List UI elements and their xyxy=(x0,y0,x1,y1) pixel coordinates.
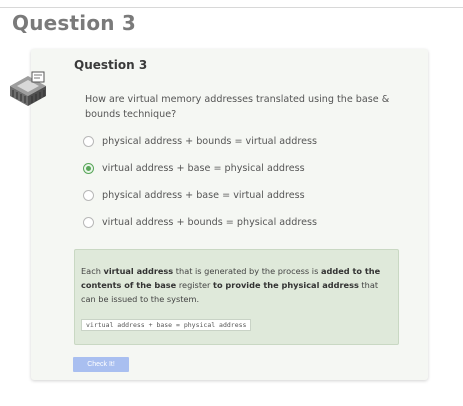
feedback-text-part: Each xyxy=(81,266,104,276)
radio-selected-icon[interactable] xyxy=(83,163,94,174)
page-title: Question 3 xyxy=(12,11,136,35)
feedback-emphasis: to provide the physical address xyxy=(213,280,359,290)
feedback-emphasis: virtual address xyxy=(103,266,174,276)
option-label: physical address + bounds = virtual addr… xyxy=(102,136,317,147)
question-heading: Question 3 xyxy=(74,58,148,72)
option-1[interactable]: physical address + bounds = virtual addr… xyxy=(83,135,383,149)
cpu-chip-icon xyxy=(4,64,50,110)
feedback-text: Each virtual address that is generated b… xyxy=(81,264,393,306)
option-2[interactable]: virtual address + base = physical addres… xyxy=(83,162,383,176)
radio-unselected-icon[interactable] xyxy=(83,190,94,201)
check-it-button[interactable]: Check It! xyxy=(73,357,129,372)
option-4[interactable]: virtual address + bounds = physical addr… xyxy=(83,216,383,230)
code-snippet: virtual address + base = physical addres… xyxy=(81,319,252,331)
feedback-text-part: that is generated by the process is xyxy=(173,266,321,276)
question-prompt: How are virtual memory addresses transla… xyxy=(85,94,390,120)
feedback-panel: Each virtual address that is generated b… xyxy=(74,249,399,345)
radio-unselected-icon[interactable] xyxy=(83,136,94,147)
option-label: virtual address + base = physical addres… xyxy=(102,163,305,174)
radio-unselected-icon[interactable] xyxy=(83,217,94,228)
option-3[interactable]: physical address + base = virtual addres… xyxy=(83,189,383,203)
option-label: virtual address + bounds = physical addr… xyxy=(102,217,317,228)
feedback-text-part: register xyxy=(176,280,214,290)
top-divider xyxy=(0,7,463,8)
option-label: physical address + base = virtual addres… xyxy=(102,190,305,201)
